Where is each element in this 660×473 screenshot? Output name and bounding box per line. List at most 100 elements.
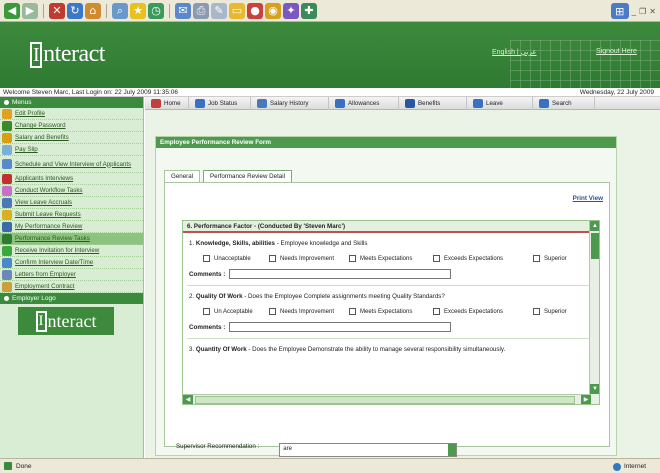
question-2-desc: - Does the Employee Complete assignments… xyxy=(242,293,445,300)
checkbox[interactable] xyxy=(533,255,540,262)
question-3-title: Quantity Of Work xyxy=(195,346,247,353)
checkbox[interactable] xyxy=(349,255,356,262)
sidebar-item-label: Change Password xyxy=(15,122,66,129)
scroll-thumb[interactable] xyxy=(591,233,599,259)
menu-heading: Menus xyxy=(0,97,143,108)
tab-general[interactable]: General xyxy=(164,170,201,182)
payslip-icon xyxy=(2,144,12,155)
nav-leave[interactable]: Leave xyxy=(467,96,533,110)
sidebar-item-change-password[interactable]: Change Password xyxy=(0,120,143,132)
supervisor-scrollbar[interactable] xyxy=(448,444,457,456)
question-2-options: Un Acceptable Needs Improvement Meets Ex… xyxy=(203,308,599,315)
checkbox[interactable] xyxy=(349,308,356,315)
q2-comments-input[interactable] xyxy=(229,322,452,332)
tools-icon[interactable]: ✦ xyxy=(283,2,299,19)
leave-icon xyxy=(2,197,12,208)
sidebar-item-edit-profile[interactable]: Edit Profile xyxy=(0,108,143,120)
sidebar-item-label: View Leave Accruals xyxy=(15,199,72,206)
sidebar-item-view-leave-accruals[interactable]: View Leave Accruals xyxy=(0,197,143,209)
checkbox[interactable] xyxy=(433,255,440,262)
language-link[interactable]: English | عربي xyxy=(492,48,537,56)
refresh-icon[interactable]: ↻ xyxy=(67,2,83,19)
q2-option-exceeds-expectations[interactable]: Exceeds Expectations xyxy=(433,308,533,315)
search-icon xyxy=(539,98,549,108)
hscroll-thumb[interactable] xyxy=(195,396,575,404)
discuss-icon[interactable]: ✚ xyxy=(301,2,317,19)
nav-allowances[interactable]: Allowances xyxy=(329,96,399,110)
tab-performance-review-detail[interactable]: Performance Review Detail xyxy=(203,170,292,182)
globe-icon xyxy=(612,462,621,471)
home-browser-icon[interactable]: ⌂ xyxy=(85,2,101,19)
nav-search[interactable]: Search xyxy=(533,96,595,110)
q1-comments-input[interactable] xyxy=(229,269,452,279)
horizontal-scrollbar[interactable]: ◀ ▶ xyxy=(183,394,591,404)
sidebar-item-receive-invitation-for-interview[interactable]: Receive Invitation for Interview xyxy=(0,245,143,257)
sidebar-item-employment-contract[interactable]: Employment Contract xyxy=(0,281,143,293)
nav-home[interactable]: Home xyxy=(145,96,189,110)
q2-option-unacceptable[interactable]: Un Acceptable xyxy=(203,308,269,315)
forward-icon[interactable]: ▶ xyxy=(22,2,38,19)
welcome-text: Welcome Steven Marc, Last Login on: 22 J… xyxy=(3,89,179,96)
stop-icon[interactable]: ✕ xyxy=(49,2,65,19)
sidebar-item-confirm-interview-date-time[interactable]: Confirm Interview Date/Time xyxy=(0,257,143,269)
scroll-down-icon[interactable]: ▼ xyxy=(590,384,599,394)
checkbox[interactable] xyxy=(269,308,276,315)
favorites-icon[interactable]: ★ xyxy=(130,2,146,19)
q1-option-superior[interactable]: Superior xyxy=(533,255,583,262)
status-text: Done xyxy=(16,462,32,470)
history-icon[interactable]: ◷ xyxy=(148,2,164,19)
sidebar-item-submit-leave-requests[interactable]: Submit Leave Requests xyxy=(0,209,143,221)
search-browser-icon[interactable]: ⌕ xyxy=(112,2,128,19)
nav-label: Home xyxy=(164,99,181,107)
employer-logo-bullet-icon xyxy=(4,296,9,301)
scroll-left-icon[interactable]: ◀ xyxy=(183,395,193,404)
nav-label: Job Status xyxy=(208,99,238,107)
checkbox[interactable] xyxy=(433,308,440,315)
close-icon[interactable]: ✕ xyxy=(649,7,656,16)
minimize-icon[interactable]: _ xyxy=(632,7,636,16)
print-icon[interactable]: ⎙ xyxy=(193,2,209,19)
back-icon[interactable]: ◀ xyxy=(4,2,20,19)
restore-icon[interactable]: ❐ xyxy=(639,7,646,16)
q1-option-needs-improvement[interactable]: Needs Improvement xyxy=(269,255,349,262)
nav-benefits[interactable]: Benefits xyxy=(399,96,467,110)
sidebar-item-letters-from-employer[interactable]: Letters from Employer xyxy=(0,269,143,281)
checkbox[interactable] xyxy=(203,308,210,315)
sidebar-item-conduct-workflow-tasks[interactable]: Conduct Workflow Tasks xyxy=(0,185,143,197)
sidebar-item-pay-slip[interactable]: Pay Slip xyxy=(0,144,143,156)
sidebar-item-label: Submit Leave Requests xyxy=(15,211,81,218)
checkbox[interactable] xyxy=(269,255,276,262)
sidebar-item-performance-review-tasks[interactable]: Performance Review Tasks xyxy=(0,233,143,245)
question-2: 2. Quality Of Work - Does the Employee C… xyxy=(189,293,445,300)
mail-icon[interactable]: ✉ xyxy=(175,2,191,19)
edit-icon[interactable]: ✎ xyxy=(211,2,227,19)
q1-option-unacceptable[interactable]: Unacceptable xyxy=(203,255,269,262)
nav-salary-history[interactable]: Salary History xyxy=(251,96,329,110)
q1-option-meets-expectations[interactable]: Meets Expectations xyxy=(349,255,433,262)
scroll-right-icon[interactable]: ▶ xyxy=(581,395,591,404)
q1-option-exceeds-expectations[interactable]: Exceeds Expectations xyxy=(433,255,533,262)
sidebar-item-label: Edit Profile xyxy=(15,110,45,117)
review-icon xyxy=(2,221,12,232)
sidebar-item-my-performance-review[interactable]: My Performance Review xyxy=(0,221,143,233)
sidebar-item-schedule-and-view-interview-of-applicants[interactable]: Schedule and View Interview of Applicant… xyxy=(0,156,143,173)
sidebar-item-applicants-interviews[interactable]: Applicants Interviews xyxy=(0,173,143,185)
scroll-up-icon[interactable]: ▲ xyxy=(590,221,599,231)
folder-icon[interactable]: ▭ xyxy=(229,2,245,19)
q2-option-meets-expectations[interactable]: Meets Expectations xyxy=(349,308,433,315)
signout-link[interactable]: Signout Here xyxy=(596,48,637,55)
q2-option-needs-improvement[interactable]: Needs Improvement xyxy=(269,308,349,315)
sidebar-item-salary-and-benefits[interactable]: Salary and Benefits xyxy=(0,132,143,144)
messenger-icon[interactable]: ● xyxy=(247,2,263,19)
top-nav: Home Job Status Salary History Allowances Be… xyxy=(145,96,660,110)
print-view-link[interactable]: Print View xyxy=(573,195,603,202)
research-icon[interactable]: ◉ xyxy=(265,2,281,19)
vertical-scrollbar[interactable]: ▲ ▼ xyxy=(589,221,599,404)
salary-history-icon xyxy=(257,98,267,108)
nav-job-status[interactable]: Job Status xyxy=(189,96,251,110)
left-menu: Menus Edit Profile Change Password Salary … xyxy=(0,97,144,458)
checkbox[interactable] xyxy=(203,255,210,262)
checkbox[interactable] xyxy=(533,308,540,315)
supervisor-recommendation-input[interactable]: are xyxy=(279,443,458,457)
q2-option-superior[interactable]: Superior xyxy=(533,308,583,315)
